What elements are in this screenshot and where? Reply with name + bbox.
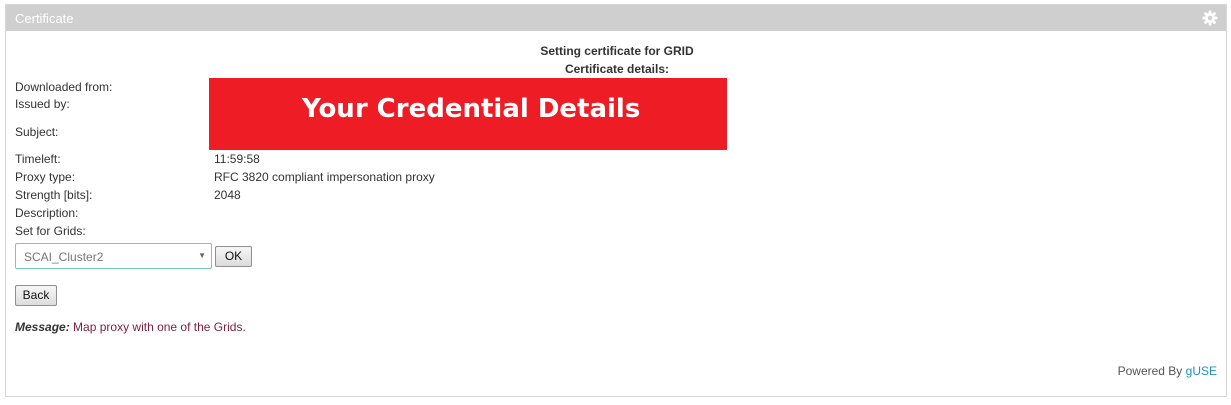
- guse-link[interactable]: gUSE: [1186, 364, 1217, 378]
- gear-icon[interactable]: [1202, 10, 1218, 26]
- page-heading: Setting certificate for GRID: [540, 44, 694, 58]
- section-heading: Certificate details:: [564, 62, 670, 76]
- set-for-grids-label: Set for Grids:: [15, 224, 86, 238]
- grid-select-value: SCAI_Cluster2: [24, 250, 104, 264]
- chevron-down-icon: ▼: [198, 251, 206, 260]
- downloaded-from-label: Downloaded from:: [15, 80, 113, 94]
- certificate-portlet: Certificate Setting certificate for GRID…: [5, 4, 1227, 397]
- subject-label: Subject:: [15, 125, 59, 139]
- timeleft-label: Timeleft:: [15, 152, 61, 166]
- portlet-title: Certificate: [15, 11, 74, 26]
- back-button[interactable]: Back: [15, 285, 57, 306]
- timeleft-value: 11:59:58: [214, 152, 260, 166]
- issued-by-label: Issued by:: [15, 97, 70, 111]
- strength-value: 2048: [214, 188, 241, 202]
- redaction-banner: Your Credential Details: [209, 78, 727, 150]
- proxy-type-value: RFC 3820 compliant impersonation proxy: [214, 170, 435, 184]
- message-text: Map proxy with one of the Grids.: [73, 320, 246, 334]
- proxy-type-label: Proxy type:: [15, 170, 76, 184]
- description-label: Description:: [15, 206, 79, 220]
- strength-label: Strength [bits]:: [15, 188, 93, 202]
- powered-by: Powered By gUSE: [1118, 364, 1217, 378]
- status-message: Message: Map proxy with one of the Grids…: [15, 320, 246, 334]
- grid-select[interactable]: SCAI_Cluster2 ▼: [15, 243, 212, 269]
- redaction-text: Your Credential Details: [302, 94, 641, 124]
- portlet-header: Certificate: [6, 5, 1226, 31]
- powered-by-label: Powered By: [1117, 364, 1183, 378]
- message-label: Message:: [15, 320, 70, 334]
- ok-button[interactable]: OK: [215, 246, 252, 267]
